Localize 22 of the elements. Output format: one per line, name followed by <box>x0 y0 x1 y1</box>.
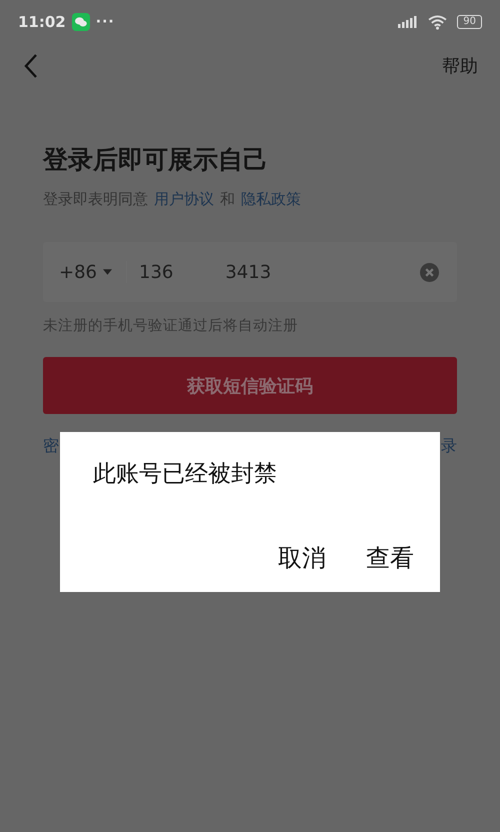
user-agreement-link[interactable]: 用户协议 <box>154 188 214 210</box>
clear-icon[interactable] <box>420 262 439 282</box>
country-code-selector[interactable]: +86 <box>59 262 112 282</box>
dialog-button[interactable]: 取消 <box>278 542 326 574</box>
caret-icon <box>103 269 112 275</box>
phone-field[interactable]: +86 136 3413 <box>43 242 457 302</box>
privacy-policy-link[interactable]: 隐私政策 <box>241 188 301 210</box>
wifi-icon <box>428 14 448 30</box>
dialog-message: 此账号已经被封禁 <box>93 460 278 489</box>
password-login-link[interactable]: 密 <box>43 436 59 457</box>
chat-app-icon <box>72 13 90 31</box>
signal-icon <box>398 16 418 28</box>
help-link[interactable]: 帮助 <box>442 54 478 78</box>
phone-number-text: 136 <box>139 262 174 282</box>
dialog-button[interactable]: 查看 <box>366 542 414 574</box>
back-icon[interactable] <box>24 53 38 79</box>
phone-number-text: 3413 <box>225 262 272 282</box>
status-time: 11:02 <box>18 13 66 31</box>
other-login-link[interactable]: 录 <box>441 436 457 457</box>
battery-indicator: 90 <box>457 15 482 29</box>
page-title: 登录后即可展示自己 <box>43 144 269 176</box>
more-notifications: ··· <box>96 14 115 30</box>
